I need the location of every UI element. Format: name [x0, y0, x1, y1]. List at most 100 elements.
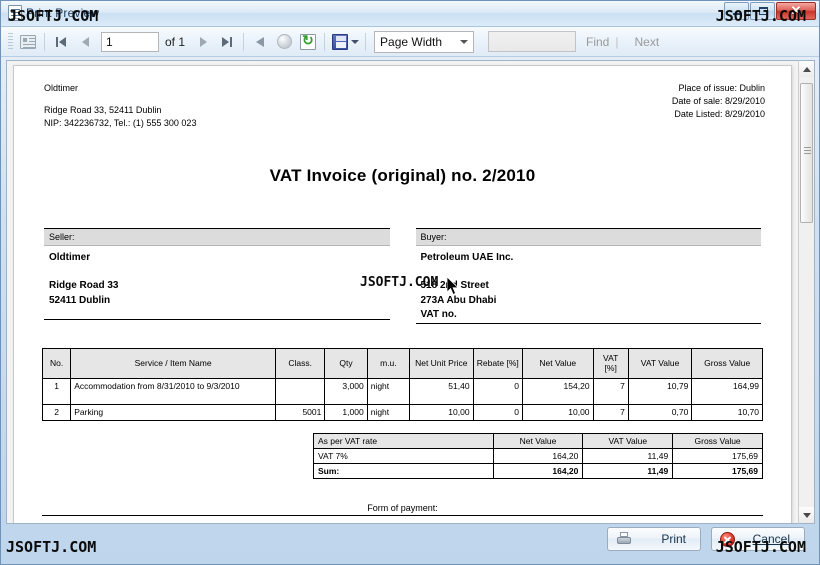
chevron-down-icon: [802, 512, 811, 518]
minimize-icon: [733, 13, 742, 15]
buyer-address-line1: 518 2nd Street: [420, 280, 489, 292]
vat-table-head: As per VAT rate Net Value VAT Value Gros…: [313, 432, 763, 449]
col-qty: Qty: [324, 347, 368, 379]
dialog-footer: Print Cancel: [1, 524, 819, 564]
buyer-body: Petroleum UAE Inc. 518 2nd Street 273A A…: [415, 246, 761, 324]
scrollbar-thumb[interactable]: [800, 83, 813, 223]
chevron-up-icon: [802, 66, 811, 72]
vat-sum-net: 164,20: [492, 462, 584, 479]
invoice-page: Oldtimer Ridge Road 33, 52411 Dublin NIP…: [13, 65, 792, 523]
save-disk-icon: [331, 33, 348, 50]
vat-sum-row: Sum: 164,20 11,49 175,69: [313, 462, 763, 479]
cancel-button-label: Cancel: [752, 532, 790, 546]
print-preview-window: Print Preview ✕ of 1: [0, 0, 820, 565]
toolbar-separator-2: [243, 32, 245, 51]
vat-rate-vat: 11,49: [582, 447, 674, 464]
preview-wrapper: Oldtimer Ridge Road 33, 52411 Dublin NIP…: [1, 57, 819, 524]
cell-name: Parking: [70, 403, 276, 421]
col-vat-value: VAT Value: [627, 347, 693, 379]
seller-header: Seller:: [44, 228, 390, 247]
toolbar-grip[interactable]: [8, 32, 13, 51]
preview-toolbar: of 1 Page Width Find |: [1, 27, 819, 57]
next-page-button[interactable]: [191, 31, 215, 53]
place-of-issue: Place of issue: Dublin: [678, 83, 765, 93]
cancel-button[interactable]: Cancel: [711, 527, 805, 551]
scroll-down-button[interactable]: [799, 507, 814, 523]
window-controls: ✕: [724, 2, 816, 20]
issuer-company: Oldtimer: [44, 83, 79, 93]
stop-button[interactable]: [272, 31, 296, 53]
vertical-scrollbar[interactable]: [798, 60, 815, 524]
items-table: No. Service / Item Name Class. Qty m.u. …: [41, 347, 763, 421]
cell-vat-pct: 7: [592, 377, 629, 405]
previous-page-button[interactable]: [73, 31, 97, 53]
scroll-up-button[interactable]: [799, 61, 814, 77]
back-button[interactable]: [248, 31, 272, 53]
find-input[interactable]: [488, 31, 577, 52]
seller-block: Seller: Oldtimer Ridge Road 33 52411 Dub…: [44, 228, 390, 324]
buyer-block: Buyer: Petroleum UAE Inc. 518 2nd Street…: [415, 228, 761, 324]
issuer-tax-phone: NIP: 342236732, Tel.: (1) 555 300 023: [44, 118, 197, 129]
printer-body: [617, 537, 631, 544]
find-button[interactable]: Find: [586, 35, 609, 49]
vat-col-vat: VAT Value: [582, 432, 674, 449]
issuer-block: Oldtimer Ridge Road 33, 52411 Dublin NIP…: [44, 82, 196, 130]
form-of-payment-rule: [42, 514, 763, 516]
col-rebate: Rebate [%]: [472, 347, 523, 379]
window-title: Print Preview: [26, 6, 100, 20]
print-button[interactable]: Print: [607, 527, 701, 551]
items-table-body: 1 Accommodation from 8/31/2010 to 9/3/20…: [41, 377, 763, 421]
cell-net-value: 10,00: [521, 403, 594, 421]
vat-summary-table: As per VAT rate Net Value VAT Value Gros…: [313, 432, 763, 479]
preview-area[interactable]: Oldtimer Ridge Road 33, 52411 Dublin NIP…: [6, 60, 798, 524]
page-list-icon: [20, 34, 36, 49]
cell-class: [274, 377, 326, 405]
back-arrow-icon: [256, 36, 265, 47]
cell-gross-value: 10,70: [691, 403, 763, 421]
zoom-select[interactable]: Page Width: [374, 30, 475, 53]
form-of-payment-label: Form of payment:: [367, 502, 438, 513]
buyer-header: Buyer:: [415, 228, 761, 247]
invoice-title: VAT Invoice (original) no. 2/2010: [269, 166, 536, 186]
export-button[interactable]: [329, 31, 361, 53]
cell-net-value: 154,20: [521, 377, 594, 405]
buyer-address-line2: 273A Abu Dhabi: [420, 294, 497, 306]
document-preview-icon: [8, 5, 22, 21]
footer-buttons: Print Cancel: [607, 527, 805, 551]
title-bar-left: Print Preview: [8, 5, 99, 21]
page-list-button[interactable]: [16, 31, 40, 53]
find-next-button[interactable]: Next: [634, 35, 659, 49]
chevron-down-icon: [350, 39, 359, 44]
find-divider: |: [615, 34, 619, 49]
seller-address-line1: Ridge Road 33: [49, 280, 119, 292]
first-page-icon: [59, 36, 66, 47]
issuer-address: Ridge Road 33, 52411 Dublin: [44, 105, 162, 116]
toolbar-separator-4: [365, 32, 367, 51]
first-page-button[interactable]: [49, 31, 73, 53]
last-page-button[interactable]: [215, 31, 239, 53]
close-button[interactable]: ✕: [776, 2, 816, 20]
refresh-button[interactable]: [296, 31, 320, 53]
zoom-select-value: Page Width: [380, 34, 443, 49]
col-net-unit-price: Net Unit Price: [409, 347, 474, 379]
col-mu: m.u.: [366, 347, 411, 379]
toolbar-separator-3: [324, 32, 326, 51]
seller-name: Oldtimer: [49, 252, 91, 264]
minimize-button[interactable]: [724, 2, 749, 20]
cancel-icon: [720, 532, 735, 547]
issuer-spacer: [44, 95, 196, 104]
close-icon: ✕: [790, 2, 802, 18]
items-header-row: No. Service / Item Name Class. Qty m.u. …: [41, 347, 763, 379]
page-number-input[interactable]: [101, 31, 159, 52]
cell-net-unit-price: 10,00: [409, 403, 474, 421]
col-vat-pct: VAT [%]: [592, 347, 629, 379]
cell-net-unit-price: 51,40: [409, 377, 474, 405]
last-page-icon: [222, 36, 230, 47]
cell-name: Accommodation from 8/31/2010 to 9/3/2010: [70, 377, 276, 405]
maximize-button[interactable]: [750, 2, 775, 20]
vat-rate-gross: 175,69: [672, 447, 763, 464]
toolbar-separator: [44, 32, 45, 51]
cell-qty: 3,000: [324, 377, 368, 405]
bar-left: [56, 36, 58, 47]
invoice-header: Oldtimer Ridge Road 33, 52411 Dublin NIP…: [28, 76, 777, 130]
